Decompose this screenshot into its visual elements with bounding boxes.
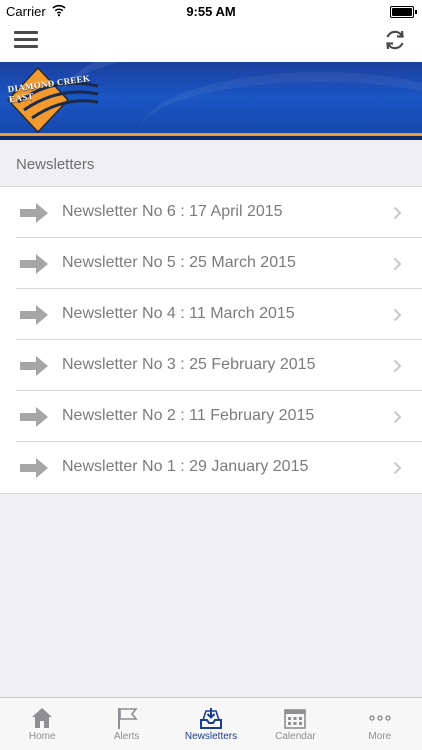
- refresh-icon[interactable]: [382, 27, 408, 53]
- list-item[interactable]: Newsletter No 2 : 11 February 2015: [0, 391, 422, 442]
- chevron-right-icon: [393, 206, 402, 220]
- school-banner: DIAMOND CREEK EAST: [0, 62, 422, 140]
- tab-alerts[interactable]: Alerts: [84, 698, 168, 750]
- status-time: 9:55 AM: [186, 4, 236, 19]
- flag-icon: [117, 708, 138, 729]
- tab-more[interactable]: More: [338, 698, 422, 750]
- list-item-label: Newsletter No 2 : 11 February 2015: [62, 407, 315, 424]
- list-item[interactable]: Newsletter No 5 : 25 March 2015: [0, 238, 422, 289]
- list-item[interactable]: Newsletter No 3 : 25 February 2015: [0, 340, 422, 391]
- list-item-label: Newsletter No 5 : 25 March 2015: [62, 254, 296, 271]
- status-bar: Carrier 9:55 AM: [0, 0, 422, 22]
- tab-calendar[interactable]: Calendar: [253, 698, 337, 750]
- tab-label: Alerts: [113, 731, 140, 742]
- list-item[interactable]: Newsletter No 6 : 17 April 2015: [0, 187, 422, 238]
- tab-home[interactable]: Home: [0, 698, 84, 750]
- list-item[interactable]: Newsletter No 4 : 11 March 2015: [0, 289, 422, 340]
- arrow-right-icon: [20, 254, 48, 274]
- inbox-icon: [200, 708, 223, 729]
- chevron-right-icon: [393, 308, 402, 322]
- chevron-right-icon: [393, 257, 402, 271]
- chevron-right-icon: [393, 359, 402, 373]
- tab-label: More: [368, 731, 392, 742]
- tab-label: Calendar: [275, 731, 316, 742]
- more-icon: [369, 715, 391, 721]
- list-item-label: Newsletter No 3 : 25 February 2015: [62, 356, 316, 373]
- chevron-right-icon: [393, 410, 402, 424]
- list-item-label: Newsletter No 1 : 29 January 2015: [62, 458, 309, 475]
- newsletter-list: Newsletter No 6 : 17 April 2015 Newslett…: [0, 186, 422, 494]
- tab-label: Home: [28, 731, 56, 742]
- menu-icon: [14, 31, 38, 34]
- tab-label: Newsletters: [184, 731, 238, 742]
- calendar-icon: [284, 709, 307, 729]
- list-item[interactable]: Newsletter No 1 : 29 January 2015: [0, 442, 422, 493]
- arrow-right-icon: [20, 407, 48, 427]
- nav-bar: [0, 22, 422, 62]
- tab-bar: Home Alerts Newsletters Calendar More: [0, 697, 422, 750]
- chevron-right-icon: [393, 461, 402, 475]
- home-icon: [32, 708, 53, 728]
- arrow-right-icon: [20, 356, 48, 376]
- arrow-right-icon: [20, 458, 48, 478]
- list-item-label: Newsletter No 6 : 17 April 2015: [62, 203, 283, 220]
- arrow-right-icon: [20, 203, 48, 223]
- list-item-label: Newsletter No 4 : 11 March 2015: [62, 305, 295, 322]
- battery-icon: [390, 6, 417, 18]
- section-title: Newsletters: [16, 156, 95, 173]
- menu-button[interactable]: [14, 28, 38, 52]
- tab-newsletters[interactable]: Newsletters: [169, 698, 253, 750]
- arrow-right-icon: [20, 305, 48, 325]
